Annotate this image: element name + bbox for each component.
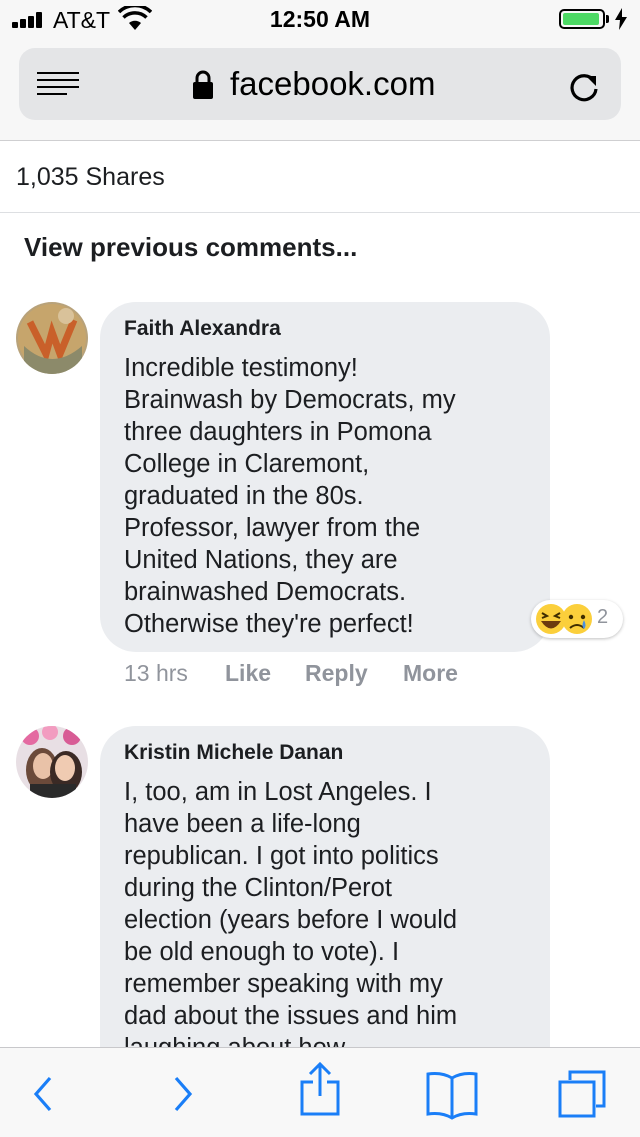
comment-bubble[interactable]: Faith Alexandra Incredible testimony! Br…	[100, 302, 550, 652]
reload-icon[interactable]	[566, 69, 602, 105]
reactions-summary[interactable]: 2	[531, 600, 623, 638]
forward-button[interactable]	[150, 1048, 214, 1137]
reader-mode-icon[interactable]	[37, 72, 79, 96]
reaction-icons	[536, 604, 592, 634]
comment-bubble[interactable]: Kristin Michele Danan I, too, am in Lost…	[100, 726, 550, 1086]
more-button[interactable]: More	[403, 660, 458, 687]
comment-text: Incredible testimony! Brainwash by Democ…	[124, 354, 456, 638]
browser-chrome: facebook.com	[0, 40, 640, 140]
lock-icon	[193, 70, 213, 99]
avatar-image	[16, 726, 88, 798]
battery-level	[563, 13, 599, 25]
comment-author[interactable]: Faith Alexandra	[124, 316, 526, 342]
share-button[interactable]	[288, 1048, 352, 1137]
bookmarks-icon	[426, 1072, 478, 1120]
forward-icon	[174, 1076, 193, 1112]
sad-reaction-icon	[562, 604, 592, 634]
status-bar: AT&T 12:50 AM	[0, 0, 640, 40]
comment-timestamp[interactable]: 13 hrs	[124, 660, 188, 687]
haha-reaction-icon	[536, 604, 566, 634]
avatar[interactable]	[16, 302, 88, 374]
reply-button[interactable]: Reply	[305, 660, 368, 687]
tabs-button[interactable]	[550, 1048, 614, 1137]
shares-divider	[0, 212, 640, 213]
like-button[interactable]: Like	[225, 660, 271, 687]
url-text[interactable]: facebook.com	[230, 64, 435, 104]
tabs-icon	[558, 1070, 606, 1118]
view-previous-comments-link[interactable]: View previous comments...	[24, 232, 357, 263]
reaction-count: 2	[597, 606, 609, 628]
battery-nub	[606, 15, 609, 23]
address-bar[interactable]: facebook.com	[19, 48, 621, 120]
shares-count[interactable]: 1,035 Shares	[16, 163, 165, 192]
avatar[interactable]	[16, 726, 88, 798]
chrome-divider	[0, 140, 640, 141]
avatar-image	[16, 302, 88, 374]
charging-bolt-icon	[615, 8, 627, 30]
back-icon	[33, 1076, 52, 1112]
battery-icon	[559, 9, 605, 29]
bookmarks-button[interactable]	[420, 1048, 484, 1137]
browser-toolbar	[0, 1047, 640, 1137]
share-icon	[300, 1062, 340, 1116]
comment-text: I, too, am in Lost Angeles. I have been …	[124, 778, 458, 1062]
back-button[interactable]	[10, 1048, 74, 1137]
clock: 12:50 AM	[269, 6, 371, 32]
comment-author[interactable]: Kristin Michele Danan	[124, 740, 526, 766]
